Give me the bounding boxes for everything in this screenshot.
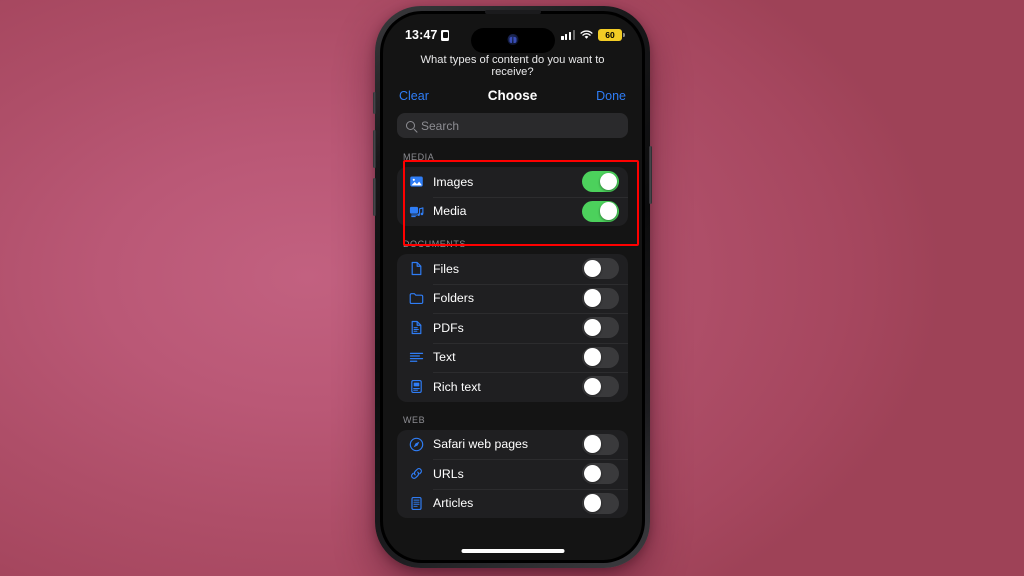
toggle-knob bbox=[599, 172, 618, 191]
pdf-doc-icon bbox=[407, 320, 425, 335]
list-item[interactable]: URLs bbox=[397, 459, 628, 489]
list-item[interactable]: Media bbox=[397, 196, 628, 227]
toggle-switch[interactable] bbox=[582, 492, 619, 514]
photo-icon bbox=[407, 174, 425, 189]
toggle-knob bbox=[583, 318, 602, 337]
face-id-sensor-icon bbox=[507, 34, 518, 45]
section-header-label: MEDIA bbox=[403, 152, 435, 162]
phone-screen: 13:47 60 What types of content do you wa… bbox=[383, 14, 642, 560]
article-icon bbox=[407, 496, 425, 511]
list-item-label: Files bbox=[433, 261, 459, 276]
list-item-label: URLs bbox=[433, 466, 464, 481]
section-card: Safari web pages URLs Articles bbox=[397, 429, 628, 519]
list-item[interactable]: Folders bbox=[397, 283, 628, 314]
home-indicator[interactable] bbox=[461, 548, 564, 553]
mute-switch[interactable] bbox=[373, 92, 376, 114]
safari-compass-icon bbox=[407, 437, 425, 452]
wifi-icon bbox=[580, 30, 593, 40]
list-item[interactable]: Rich text bbox=[397, 372, 628, 402]
list-item[interactable]: PDFs bbox=[397, 313, 628, 343]
content-type-list: MEDIA Images Media DOCUMENTS Files Folders… bbox=[383, 148, 642, 518]
text-lines-icon bbox=[407, 350, 425, 365]
list-item-label: Rich text bbox=[433, 379, 481, 394]
section-media: MEDIA Images Media bbox=[397, 148, 628, 226]
list-item[interactable]: Files bbox=[397, 254, 628, 284]
search-placeholder-label: Search bbox=[421, 118, 460, 133]
toggle-knob bbox=[599, 202, 618, 220]
sheet-navigation-bar: Clear Choose Done bbox=[383, 88, 642, 109]
search-input[interactable]: Search bbox=[397, 113, 628, 138]
media-music-icon bbox=[407, 204, 425, 219]
battery-indicator: 60 bbox=[598, 29, 625, 41]
list-item-label: Text bbox=[433, 350, 456, 365]
folder-icon bbox=[407, 291, 425, 306]
clear-button[interactable]: Clear bbox=[399, 89, 429, 103]
list-item-label: PDFs bbox=[433, 320, 464, 335]
section-card: Files Folders PDFs Text Rich text bbox=[397, 254, 628, 402]
status-bar-clock: 13:47 bbox=[405, 28, 438, 42]
toggle-knob bbox=[583, 289, 602, 307]
list-item-label: Folders bbox=[433, 291, 475, 306]
toggle-switch[interactable] bbox=[582, 171, 619, 193]
toggle-knob bbox=[583, 377, 602, 396]
done-button[interactable]: Done bbox=[596, 89, 626, 103]
toggle-switch[interactable] bbox=[582, 376, 619, 398]
page-title: Choose bbox=[487, 88, 538, 103]
toggle-switch[interactable] bbox=[582, 346, 619, 368]
lock-portrait-orientation-icon bbox=[441, 29, 450, 41]
section-web: WEB Safari web pages URLs Articles bbox=[397, 411, 628, 519]
cellular-signal-icon bbox=[561, 30, 575, 40]
section-card: Images Media bbox=[397, 167, 628, 226]
toggle-switch[interactable] bbox=[582, 258, 619, 280]
toggle-knob bbox=[583, 348, 602, 366]
toggle-switch[interactable] bbox=[582, 200, 619, 222]
section-header-label: DOCUMENTS bbox=[403, 239, 466, 249]
sheet-prompt-text: What types of content do you want to rec… bbox=[420, 54, 605, 78]
toggle-knob bbox=[583, 464, 602, 483]
file-icon bbox=[407, 261, 425, 276]
list-item-label: Images bbox=[433, 174, 474, 189]
section-header-label: WEB bbox=[403, 414, 426, 425]
section-documents: DOCUMENTS Files Folders PDFs Text Rich tex… bbox=[397, 235, 628, 402]
toggle-knob bbox=[583, 494, 602, 512]
iphone-device: 13:47 60 What types of content do you wa… bbox=[373, 6, 652, 568]
toggle-switch[interactable] bbox=[582, 463, 619, 485]
toggle-switch[interactable] bbox=[582, 433, 619, 455]
list-item[interactable]: Images bbox=[397, 167, 628, 197]
list-item-label: Articles bbox=[433, 496, 474, 511]
rich-text-icon bbox=[407, 379, 425, 394]
status-bar-right: 60 bbox=[561, 29, 625, 41]
status-bar-left: 13:47 bbox=[405, 28, 450, 42]
list-item-label: Safari web pages bbox=[433, 437, 529, 452]
battery-percent-label: 60 bbox=[605, 29, 615, 40]
toggle-knob bbox=[583, 435, 602, 453]
list-item[interactable]: Text bbox=[397, 342, 628, 373]
phone-bezel: 13:47 60 What types of content do you wa… bbox=[380, 10, 645, 563]
search-bar-container: Search bbox=[383, 109, 642, 148]
toggle-switch[interactable] bbox=[582, 287, 619, 309]
link-icon bbox=[407, 466, 425, 481]
power-button[interactable] bbox=[649, 146, 652, 204]
volume-up-button[interactable] bbox=[373, 130, 376, 168]
list-item[interactable]: Articles bbox=[397, 488, 628, 519]
list-item-label: Media bbox=[433, 204, 467, 219]
list-item[interactable]: Safari web pages bbox=[397, 430, 628, 460]
volume-down-button[interactable] bbox=[373, 178, 376, 216]
search-icon bbox=[406, 121, 415, 130]
toggle-knob bbox=[583, 259, 602, 278]
toggle-switch[interactable] bbox=[582, 317, 619, 339]
